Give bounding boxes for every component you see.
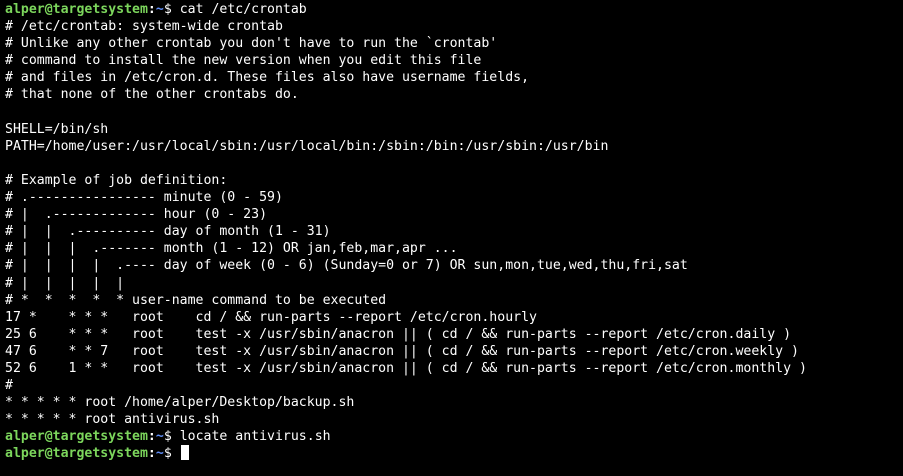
output-line: # /etc/crontab: system-wide crontab (5, 19, 283, 35)
output-line: # | | | | | (5, 275, 125, 291)
prompt-colon: : (147, 429, 156, 445)
prompt-line: alper@targetsystem:~$ (5, 445, 903, 462)
prompt-user: alper@targetsystem (5, 429, 148, 445)
output-line: # | .------------- hour (0 - 23) (5, 207, 268, 223)
output-line: * * * * * root /home/alper/Desktop/backu… (5, 395, 355, 411)
prompt-dollar: $ (163, 446, 180, 462)
command-text: locate antivirus.sh (179, 429, 331, 445)
command-text: cat /etc/crontab (179, 2, 307, 17)
output-line: # that none of the other crontabs do. (5, 87, 299, 103)
output-line: # | | | .------- month (1 - 12) OR jan,f… (5, 241, 458, 257)
prompt-path: ~ (155, 446, 164, 462)
output-line: 25 6 * * * root test -x /usr/sbin/anacro… (5, 326, 792, 342)
output-line: PATH=/home/user:/usr/local/sbin:/usr/loc… (5, 138, 609, 154)
prompt-line: alper@targetsystem:~$ locate antivirus.s… (5, 428, 903, 445)
output-line: # | | | | .---- day of week (0 - 6) (Sun… (5, 258, 688, 274)
prompt-path: ~ (155, 429, 164, 445)
prompt-line: alper@targetsystem:~$ cat /etc/crontab (5, 1, 903, 18)
output-line: # | | .---------- day of month (1 - 31) (5, 224, 331, 240)
output-line: SHELL=/bin/sh (5, 121, 109, 137)
prompt-path: ~ (155, 2, 164, 17)
output-line: # .---------------- minute (0 - 59) (5, 190, 283, 206)
output-line: 17 * * * * root cd / && run-parts --repo… (5, 309, 537, 325)
output-line: * * * * * root antivirus.sh (5, 412, 220, 428)
output-line: # command to install the new version whe… (5, 53, 482, 69)
prompt-user: alper@targetsystem (5, 446, 148, 462)
prompt-dollar: $ (163, 2, 180, 17)
terminal-window[interactable]: alper@targetsystem:~$ cat /etc/crontab # … (0, 0, 903, 476)
output-line: # and files in /etc/cron.d. These files … (5, 70, 530, 86)
output-line: # Unlike any other crontab you don't hav… (5, 36, 498, 52)
output-line: 47 6 * * 7 root test -x /usr/sbin/anacro… (5, 343, 799, 359)
prompt-dollar: $ (163, 429, 180, 445)
output-line: 52 6 1 * * root test -x /usr/sbin/anacro… (5, 360, 807, 376)
output-line: # Example of job definition: (5, 172, 228, 188)
output-line: # * * * * * user-name command to be exec… (5, 292, 387, 308)
output-line: # (5, 378, 13, 394)
prompt-colon: : (147, 2, 156, 17)
prompt-user: alper@targetsystem (5, 2, 148, 17)
cursor[interactable] (180, 445, 189, 461)
prompt-colon: : (147, 446, 156, 462)
